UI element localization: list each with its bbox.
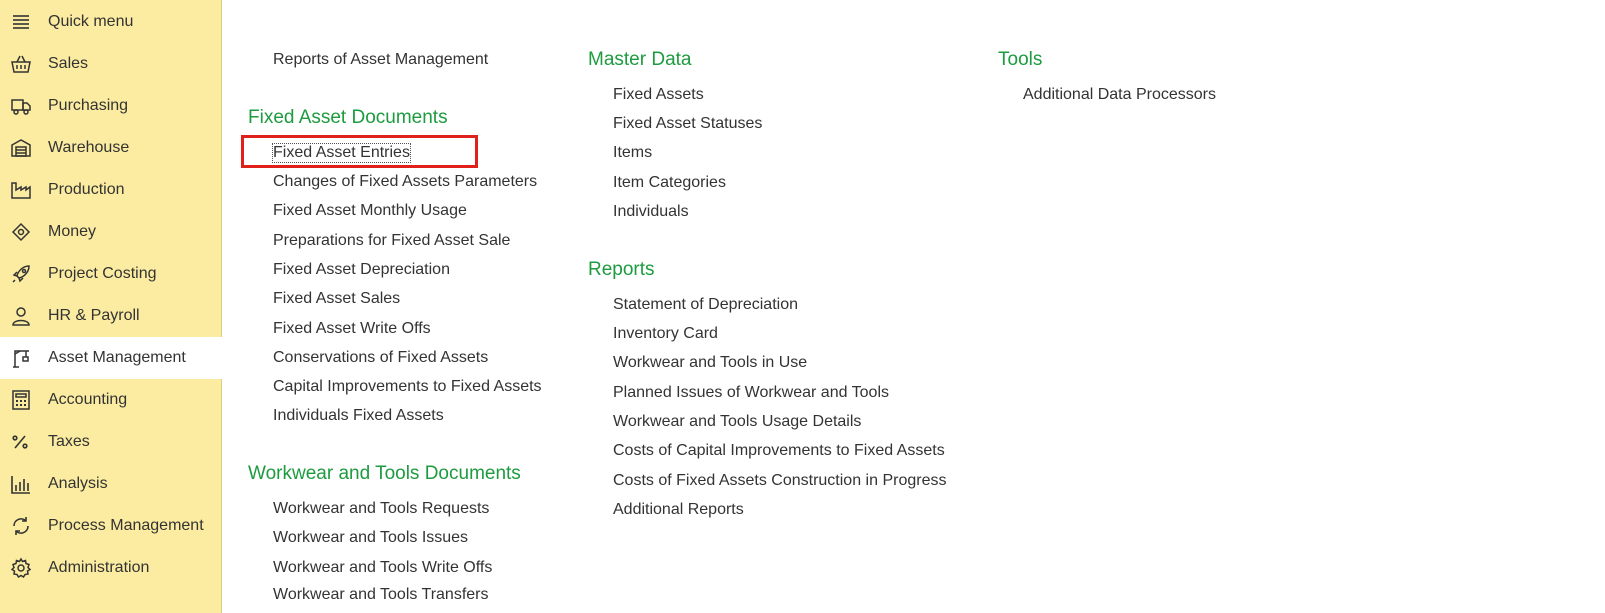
- link-statement-of-depreciation[interactable]: Statement of Depreciation: [613, 296, 798, 314]
- link-reports-of-asset-management[interactable]: Reports of Asset Management: [273, 51, 488, 69]
- sidebar-item-label: Production: [48, 181, 125, 198]
- sidebar-item-label: Process Management: [48, 517, 204, 534]
- sidebar-item-label: Money: [48, 223, 97, 240]
- link-workwear-and-tools-in-use[interactable]: Workwear and Tools in Use: [613, 354, 807, 372]
- link-workwear-and-tools-transfers[interactable]: Workwear and Tools Transfers: [273, 586, 489, 604]
- link-individuals[interactable]: Individuals: [613, 203, 689, 221]
- link-fixed-assets[interactable]: Fixed Assets: [613, 86, 704, 104]
- link-conservations-of-fixed-assets[interactable]: Conservations of Fixed Assets: [273, 349, 488, 367]
- link-items[interactable]: Items: [613, 144, 652, 162]
- main-content: Reports of Asset Management Fixed Asset …: [223, 0, 1605, 613]
- link-workwear-and-tools-issues[interactable]: Workwear and Tools Issues: [273, 529, 468, 547]
- link-capital-improvements-to-fixed-assets[interactable]: Capital Improvements to Fixed Assets: [273, 378, 542, 396]
- link-workwear-and-tools-write-offs[interactable]: Workwear and Tools Write Offs: [273, 559, 492, 577]
- percent-icon: [10, 431, 32, 453]
- sidebar-item-label: HR & Payroll: [48, 307, 140, 324]
- app-window: Quick menu Sales Purchasing Warehouse Pr: [0, 0, 1605, 613]
- sidebar-item-production[interactable]: Production: [0, 169, 222, 211]
- link-fixed-asset-statuses[interactable]: Fixed Asset Statuses: [613, 115, 762, 133]
- sidebar-item-label: Taxes: [48, 433, 90, 450]
- link-workwear-and-tools-requests[interactable]: Workwear and Tools Requests: [273, 500, 489, 518]
- crane-icon: [10, 347, 32, 369]
- sidebar-item-asset-management[interactable]: Asset Management: [0, 337, 223, 379]
- sidebar-item-label: Asset Management: [48, 349, 186, 366]
- sidebar-item-hr-payroll[interactable]: HR & Payroll: [0, 295, 222, 337]
- factory-icon: [10, 179, 32, 201]
- sidebar-item-process-management[interactable]: Process Management: [0, 505, 222, 547]
- truck-icon: [10, 95, 32, 117]
- sidebar-item-quick-menu[interactable]: Quick menu: [0, 1, 222, 43]
- link-planned-issues-of-workwear-and-tools[interactable]: Planned Issues of Workwear and Tools: [613, 384, 889, 402]
- sidebar-item-label: Administration: [48, 559, 150, 576]
- link-fixed-asset-entries[interactable]: Fixed Asset Entries: [272, 143, 411, 163]
- sidebar-item-label: Purchasing: [48, 97, 129, 114]
- sidebar-item-label: Analysis: [48, 475, 108, 492]
- link-additional-data-processors[interactable]: Additional Data Processors: [1023, 86, 1216, 104]
- rocket-icon: [10, 263, 32, 285]
- money-icon: [10, 221, 32, 243]
- section-heading-workwear-and-tools-documents: Workwear and Tools Documents: [248, 463, 521, 484]
- link-inventory-card[interactable]: Inventory Card: [613, 325, 718, 343]
- gear-icon: [10, 557, 32, 579]
- section-heading-fixed-asset-documents: Fixed Asset Documents: [248, 107, 448, 128]
- link-preparations-for-fixed-asset-sale[interactable]: Preparations for Fixed Asset Sale: [273, 232, 510, 250]
- link-costs-of-capital-improvements[interactable]: Costs of Capital Improvements to Fixed A…: [613, 442, 945, 460]
- sidebar-item-project-costing[interactable]: Project Costing: [0, 253, 222, 295]
- sidebar: Quick menu Sales Purchasing Warehouse Pr: [0, 0, 223, 613]
- link-fixed-asset-depreciation[interactable]: Fixed Asset Depreciation: [273, 261, 450, 279]
- link-fixed-asset-write-offs[interactable]: Fixed Asset Write Offs: [273, 320, 431, 338]
- sidebar-item-analysis[interactable]: Analysis: [0, 463, 222, 505]
- sidebar-item-label: Warehouse: [48, 139, 130, 156]
- person-icon: [10, 305, 32, 327]
- link-costs-of-construction-in-progress[interactable]: Costs of Fixed Assets Construction in Pr…: [613, 472, 946, 490]
- link-changes-of-fixed-assets-parameters[interactable]: Changes of Fixed Assets Parameters: [273, 173, 537, 191]
- link-fixed-asset-sales[interactable]: Fixed Asset Sales: [273, 290, 400, 308]
- link-fixed-asset-monthly-usage[interactable]: Fixed Asset Monthly Usage: [273, 202, 467, 220]
- sidebar-item-label: Quick menu: [48, 13, 134, 30]
- calculator-icon: [10, 389, 32, 411]
- basket-icon: [10, 53, 32, 75]
- link-workwear-and-tools-usage-details[interactable]: Workwear and Tools Usage Details: [613, 413, 861, 431]
- sidebar-item-taxes[interactable]: Taxes: [0, 421, 222, 463]
- sidebar-item-label: Accounting: [48, 391, 128, 408]
- link-additional-reports[interactable]: Additional Reports: [613, 501, 744, 519]
- menu-icon: [10, 11, 32, 33]
- bar-chart-icon: [10, 473, 32, 495]
- sidebar-item-administration[interactable]: Administration: [0, 547, 222, 589]
- sidebar-item-purchasing[interactable]: Purchasing: [0, 85, 222, 127]
- sidebar-item-accounting[interactable]: Accounting: [0, 379, 222, 421]
- link-item-categories[interactable]: Item Categories: [613, 174, 726, 192]
- link-individuals-fixed-assets[interactable]: Individuals Fixed Assets: [273, 407, 444, 425]
- sidebar-item-label: Project Costing: [48, 265, 157, 282]
- sidebar-item-warehouse[interactable]: Warehouse: [0, 127, 222, 169]
- warehouse-icon: [10, 137, 32, 159]
- sidebar-item-sales[interactable]: Sales: [0, 43, 222, 85]
- section-heading-reports: Reports: [588, 259, 655, 280]
- cycle-icon: [10, 515, 32, 537]
- sidebar-item-label: Sales: [48, 55, 89, 72]
- section-heading-tools: Tools: [998, 49, 1043, 70]
- section-heading-master-data: Master Data: [588, 49, 692, 70]
- sidebar-item-money[interactable]: Money: [0, 211, 222, 253]
